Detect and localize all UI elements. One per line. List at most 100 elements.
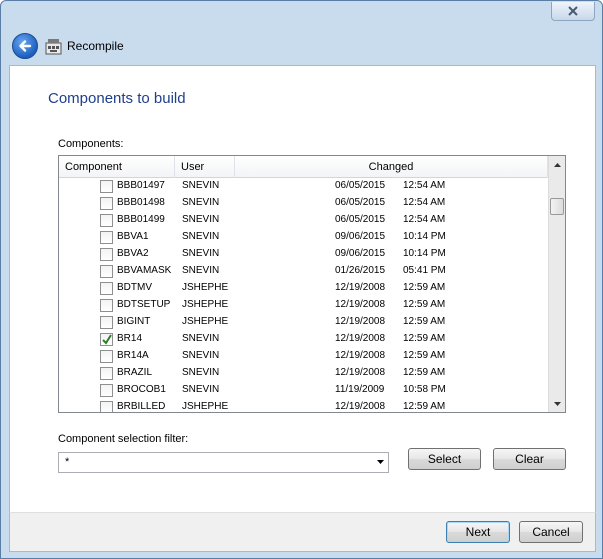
row-checkbox[interactable] [100,401,113,412]
next-button[interactable]: Next [446,521,510,543]
user-name: SNEVIN [182,214,220,225]
changed-date: 12/19/2008 [335,299,386,310]
table-row[interactable]: BRAZIL SNEVIN 12/19/2008 12:59 AM [59,365,548,382]
row-checkbox[interactable] [100,384,113,397]
table-row[interactable]: BDTSETUP JSHEPHE 12/19/2008 12:59 AM [59,297,548,314]
components-label: Components: [58,138,124,150]
changed-time: 10:14 PM [403,231,446,242]
table-row[interactable]: BBVA2 SNEVIN 09/06/2015 10:14 PM [59,246,548,263]
table-row[interactable]: BBVA1 SNEVIN 09/06/2015 10:14 PM [59,229,548,246]
user-name: SNEVIN [182,350,220,361]
changed-date: 12/19/2008 [335,350,386,361]
user-name: SNEVIN [182,265,220,276]
changed-time: 12:59 AM [403,401,446,412]
list-rows: BBB01497 SNEVIN 06/05/2015 12:54 AM BBB01498… [59,178,548,412]
table-row[interactable]: BROCOB1 SNEVIN 11/19/2009 10:58 PM [59,382,548,399]
table-row[interactable]: BBB01497 SNEVIN 06/05/2015 12:54 AM [59,178,548,195]
changed-date: 06/05/2015 [335,214,386,225]
component-name: BBB01497 [117,180,165,191]
table-row[interactable]: BBVAMASK SNEVIN 01/26/2015 05:41 PM [59,263,548,280]
changed-time: 10:14 PM [403,248,446,259]
row-checkbox[interactable] [100,350,113,363]
row-checkbox[interactable] [100,333,113,346]
component-filter-combo[interactable]: * [58,452,389,473]
changed-time: 12:54 AM [403,180,446,191]
scroll-up-button[interactable] [549,156,565,173]
component-name: BDTMV [117,282,152,293]
navigation-bar: Recompile [9,31,596,61]
column-header-user[interactable]: User [175,156,235,178]
component-name: BBVA2 [117,248,149,259]
row-checkbox[interactable] [100,214,113,227]
component-name: BBB01498 [117,197,165,208]
row-checkbox[interactable] [100,316,113,329]
user-name: SNEVIN [182,197,220,208]
page-title: Components to build [48,90,186,107]
changed-date: 06/05/2015 [335,197,386,208]
component-name: BDTSETUP [117,299,171,310]
table-row[interactable]: BR14 SNEVIN 12/19/2008 12:59 AM [59,331,548,348]
component-name: BRAZIL [117,367,153,378]
changed-date: 06/05/2015 [335,180,386,191]
scroll-down-button[interactable] [549,395,565,412]
close-icon [568,6,578,16]
close-button[interactable] [551,2,595,21]
changed-date: 09/06/2015 [335,248,386,259]
table-row[interactable]: BBB01498 SNEVIN 06/05/2015 12:54 AM [59,195,548,212]
component-name: BIGINT [117,316,151,327]
chevron-down-icon[interactable] [377,460,384,464]
vertical-scrollbar[interactable] [548,156,565,412]
row-checkbox[interactable] [100,367,113,380]
row-checkbox[interactable] [100,231,113,244]
cancel-button[interactable]: Cancel [519,521,583,543]
select-button[interactable]: Select [408,448,481,470]
user-name: JSHEPHE [182,316,229,327]
clear-button[interactable]: Clear [493,448,566,470]
row-checkbox[interactable] [100,282,113,295]
user-name: SNEVIN [182,384,220,395]
checkmark-icon [102,334,112,345]
changed-date: 12/19/2008 [335,401,386,412]
user-name: SNEVIN [182,367,220,378]
component-name: BROCOB1 [117,384,166,395]
component-name: BBVAMASK [117,265,172,276]
recompile-app-icon [45,39,62,55]
changed-date: 12/19/2008 [335,333,386,344]
changed-time: 05:41 PM [403,265,446,276]
changed-time: 12:59 AM [403,367,446,378]
row-checkbox[interactable] [100,180,113,193]
table-row[interactable]: BR14A SNEVIN 12/19/2008 12:59 AM [59,348,548,365]
user-name: SNEVIN [182,248,220,259]
changed-date: 12/19/2008 [335,282,386,293]
user-name: JSHEPHE [182,299,229,310]
user-name: SNEVIN [182,333,220,344]
column-header-component[interactable]: Component [59,156,175,178]
column-header-changed[interactable]: Changed [235,156,548,178]
row-checkbox[interactable] [100,265,113,278]
back-button[interactable] [12,33,38,59]
changed-time: 12:59 AM [403,316,446,327]
changed-time: 10:58 PM [403,384,446,395]
window-frame: Recompile Components to build Components… [0,0,603,559]
component-name: BBB01499 [117,214,165,225]
component-name: BBVA1 [117,231,149,242]
filter-value: * [65,456,70,468]
changed-date: 09/06/2015 [335,231,386,242]
component-name: BR14 [117,333,143,344]
components-list[interactable]: Component User Changed BBB01497 SNEVIN 06/… [58,155,566,413]
back-arrow-icon [19,40,32,52]
table-row[interactable]: BRBILLED JSHEPHE 12/19/2008 12:59 AM [59,399,548,412]
window-title: Recompile [67,39,124,53]
filter-label: Component selection filter: [58,433,189,445]
changed-time: 12:59 AM [403,282,446,293]
row-checkbox[interactable] [100,248,113,261]
row-checkbox[interactable] [100,197,113,210]
component-name: BR14A [117,350,149,361]
table-row[interactable]: BIGINT JSHEPHE 12/19/2008 12:59 AM [59,314,548,331]
user-name: SNEVIN [182,180,220,191]
scroll-thumb[interactable] [550,198,564,215]
table-row[interactable]: BBB01499 SNEVIN 06/05/2015 12:54 AM [59,212,548,229]
row-checkbox[interactable] [100,299,113,312]
table-row[interactable]: BDTMV JSHEPHE 12/19/2008 12:59 AM [59,280,548,297]
changed-date: 11/19/2009 [335,384,385,395]
